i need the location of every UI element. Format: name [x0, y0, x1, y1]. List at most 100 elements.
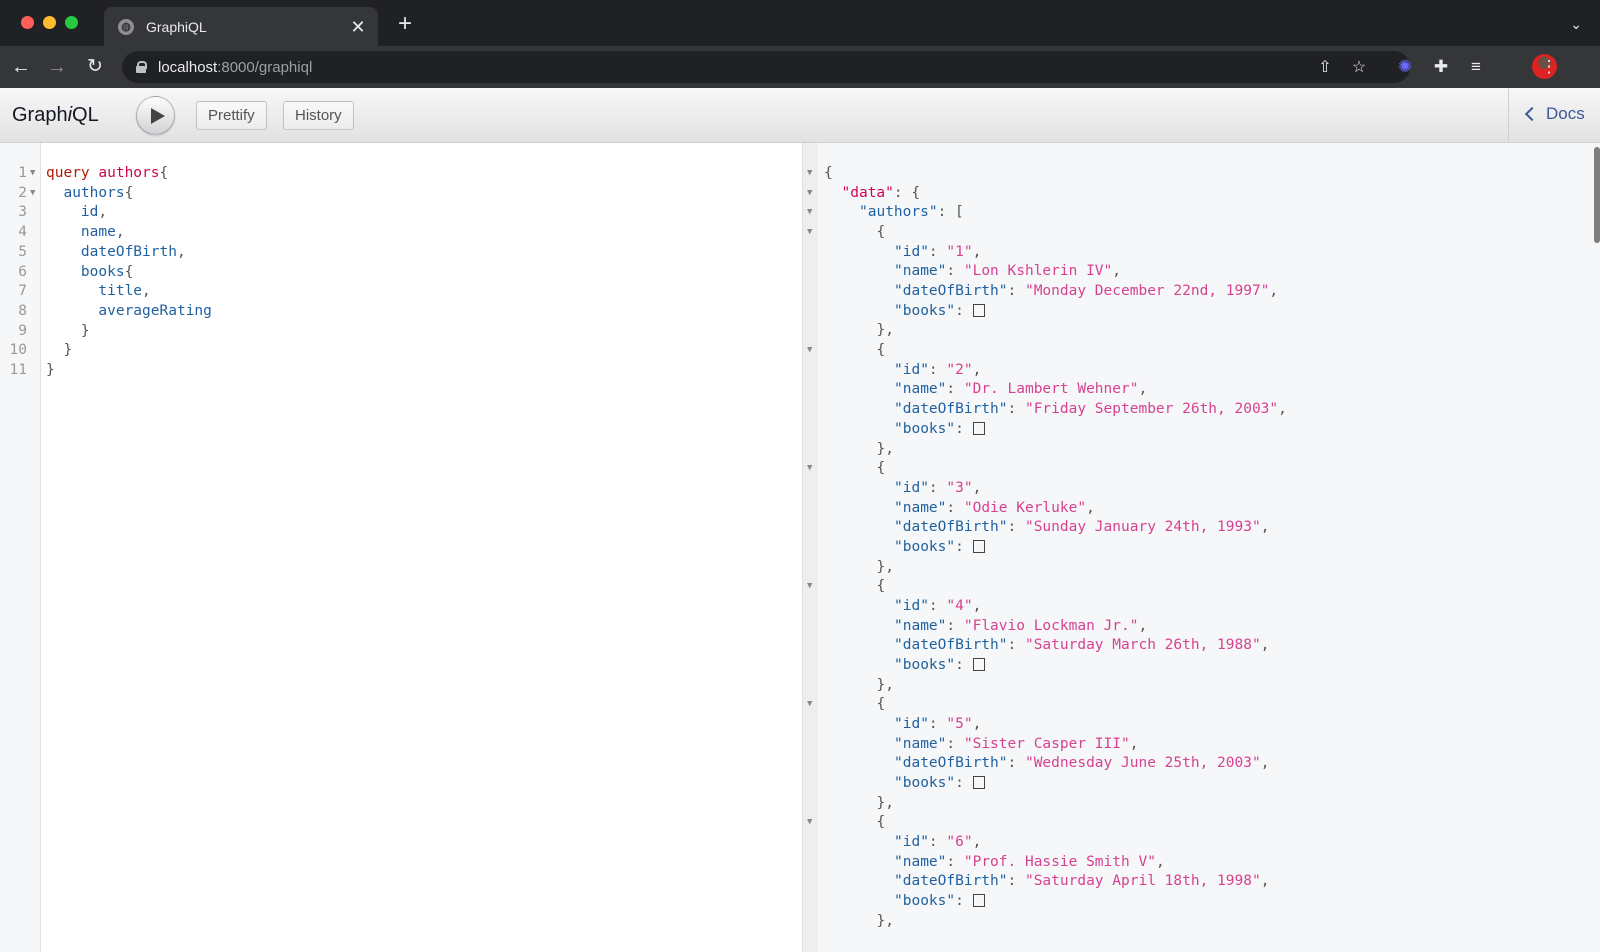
- result-line: "dateOfBirth": "Monday December 22nd, 19…: [894, 281, 1278, 301]
- json-token: "dateOfBirth": [894, 519, 1008, 536]
- json-token: :: [946, 853, 964, 870]
- fold-arrow-icon[interactable]: ▼: [807, 576, 815, 596]
- line-number: 2: [18, 184, 27, 201]
- json-text: Friday September 26th, 2003: [1033, 401, 1270, 418]
- query-token: [46, 323, 81, 339]
- window-zoom-button[interactable]: [65, 16, 78, 29]
- query-token: [46, 244, 81, 260]
- json-token: ,: [1086, 499, 1095, 516]
- fold-arrow-icon[interactable]: ▼: [807, 458, 815, 478]
- fold-arrow-icon[interactable]: ▼: [30, 163, 38, 183]
- json-text: 1: [955, 243, 964, 260]
- query-line: dateOfBirth,: [46, 242, 186, 262]
- fold-arrow-icon[interactable]: ▼: [807, 183, 815, 203]
- result-line: "dateOfBirth": "Saturday March 26th, 198…: [894, 635, 1269, 655]
- json-value: "Prof. Hassie Smith V": [963, 853, 1156, 870]
- json-token: :: [955, 893, 973, 910]
- result-line: "name": "Flavio Lockman Jr.",: [894, 616, 1147, 636]
- chevron-down-icon[interactable]: ⌄: [1570, 16, 1582, 33]
- forward-arrow-icon[interactable]: →: [45, 55, 69, 79]
- extension-icon[interactable]: ✺: [1395, 57, 1415, 77]
- history-button[interactable]: History: [283, 101, 354, 130]
- line-number: 1: [18, 165, 27, 181]
- back-arrow-icon[interactable]: ←: [9, 55, 33, 79]
- result-line: "id": "6",: [894, 832, 981, 852]
- fold-arrow-icon[interactable]: ▼: [807, 812, 815, 832]
- result-line: "name": "Dr. Lambert Wehner",: [894, 379, 1147, 399]
- json-text: 3: [955, 479, 964, 496]
- fold-arrow-icon[interactable]: ▼: [807, 222, 815, 242]
- query-line: averageRating: [46, 301, 212, 321]
- json-token: ,: [972, 479, 982, 496]
- json-token: :: [946, 735, 964, 752]
- empty-array-icon: [972, 776, 985, 790]
- json-value: "2": [946, 361, 973, 378]
- docs-button[interactable]: Docs: [1524, 104, 1585, 124]
- json-token: },: [876, 912, 894, 929]
- query-token: books: [80, 263, 125, 280]
- empty-array-icon: [972, 303, 985, 317]
- json-token: ,: [1138, 617, 1148, 634]
- line-number: 9: [18, 322, 27, 339]
- json-token: :: [946, 263, 964, 280]
- query-line: }: [46, 321, 90, 341]
- fold-arrow-icon[interactable]: ▼: [807, 694, 815, 714]
- json-value: "6": [946, 834, 973, 851]
- json-token: "name": [894, 263, 947, 280]
- result-line: "name": "Sister Casper III",: [894, 734, 1138, 754]
- prettify-button[interactable]: Prettify: [196, 101, 267, 130]
- browser-toolbar: ← → ↻ localhost:8000/graphiql ⇧ ☆: [0, 46, 1600, 88]
- json-token: :: [1007, 637, 1025, 654]
- window-close-button[interactable]: [21, 16, 34, 29]
- result-line: {: [877, 576, 886, 596]
- fold-arrow-icon[interactable]: ▼: [807, 163, 815, 183]
- puzzle-extensions-icon[interactable]: ✚: [1431, 57, 1451, 77]
- empty-array-icon: [972, 894, 985, 908]
- query-line: id,: [46, 202, 107, 222]
- window-minimize-button[interactable]: [43, 16, 56, 29]
- result-line: "books":: [894, 419, 985, 439]
- result-line: {: [877, 340, 886, 360]
- json-value: "authors": [859, 204, 938, 221]
- json-value: "Odie Kerluke": [963, 499, 1087, 516]
- result-line: "id": "1",: [894, 242, 981, 262]
- json-value: "Saturday March 26th, 1988": [1024, 637, 1261, 654]
- json-token: ,: [1260, 519, 1270, 536]
- result-line: },: [877, 320, 894, 340]
- json-text: authors: [867, 204, 929, 221]
- json-token: "name": [894, 735, 947, 752]
- json-text: Sunday January 24th, 1993: [1033, 519, 1252, 536]
- media-control-icon[interactable]: ≡: [1466, 57, 1486, 77]
- json-token: :: [1007, 873, 1025, 890]
- share-icon[interactable]: ⇧: [1316, 59, 1334, 77]
- logo-text-graph: Graph: [12, 104, 68, 126]
- json-token: "dateOfBirth": [894, 755, 1008, 772]
- json-token: ,: [1155, 853, 1165, 870]
- fold-arrow-icon[interactable]: ▼: [30, 183, 38, 203]
- query-token: [46, 303, 98, 319]
- result-scrollbar[interactable]: [1594, 147, 1600, 243]
- json-token: :: [928, 479, 947, 496]
- browser-menu-icon[interactable]: ⋮: [1539, 57, 1559, 77]
- fold-arrow-icon[interactable]: ▼: [807, 340, 815, 360]
- fold-arrow-icon[interactable]: ▼: [807, 202, 815, 222]
- json-token: :: [928, 716, 947, 733]
- browser-tab-graphiql[interactable]: ◍ GraphiQL ✕: [104, 7, 378, 46]
- json-token: "books": [894, 420, 956, 437]
- address-bar[interactable]: localhost:8000/graphiql ⇧ ☆: [122, 51, 1410, 83]
- empty-array-icon: [972, 658, 985, 671]
- json-token: "name": [894, 381, 947, 398]
- url-text: localhost:8000/graphiql: [158, 59, 312, 76]
- json-token: : [: [937, 204, 964, 221]
- query-token: authors: [98, 165, 160, 181]
- json-value: "Saturday April 18th, 1998": [1024, 873, 1261, 890]
- close-icon[interactable]: ✕: [348, 17, 368, 37]
- query-editor[interactable]: 1 ▼ query authors{2 ▼ authors{3 id, 4 name, 5…: [0, 143, 802, 952]
- lock-icon: [136, 61, 147, 73]
- reload-icon[interactable]: ↻: [83, 55, 107, 79]
- new-tab-button[interactable]: +: [393, 12, 417, 36]
- execute-query-button[interactable]: [136, 96, 175, 135]
- json-value: "Sister Casper III": [963, 735, 1130, 752]
- bookmark-star-icon[interactable]: ☆: [1350, 59, 1368, 77]
- json-token: "id": [894, 361, 929, 378]
